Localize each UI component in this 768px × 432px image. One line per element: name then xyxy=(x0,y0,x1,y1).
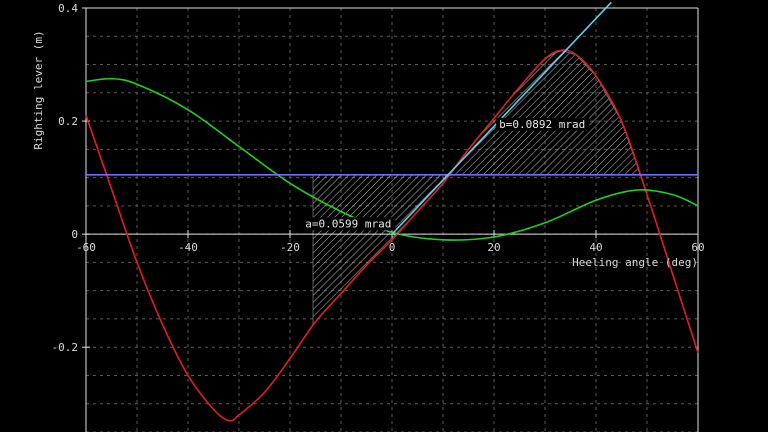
shaded-areas xyxy=(312,50,640,327)
annotation-group: b=0.0892 mrad xyxy=(496,117,590,131)
y-axis-label: Righting lever (m) xyxy=(32,30,45,149)
x-tick-label: 40 xyxy=(589,241,602,254)
stability-chart: -60 -40 -20 0 20 40 60 -0.2 0 0.2 0.4 a=0.0599 mra… xyxy=(32,1,705,432)
y-tick-label: 0 xyxy=(71,228,78,241)
hatched-area-b xyxy=(445,50,640,181)
x-tick-label: 60 xyxy=(691,241,704,254)
y-tick-label: 0.2 xyxy=(58,115,78,128)
x-tick-label: -40 xyxy=(178,241,198,254)
x-tick-label: 20 xyxy=(487,241,500,254)
annotation-a: a=0.0599 mrad xyxy=(305,217,391,230)
annotation-group: a=0.0599 mrad xyxy=(302,217,396,231)
y-tick-label: 0.4 xyxy=(58,2,78,15)
x-tick-label: 0 xyxy=(389,241,396,254)
x-axis-label: Heeling angle (deg) xyxy=(572,256,698,269)
annotation-b: b=0.0892 mrad xyxy=(499,118,585,131)
y-tick-label: -0.2 xyxy=(52,341,79,354)
x-tick-label: -20 xyxy=(280,241,300,254)
x-tick-label: -60 xyxy=(76,241,96,254)
